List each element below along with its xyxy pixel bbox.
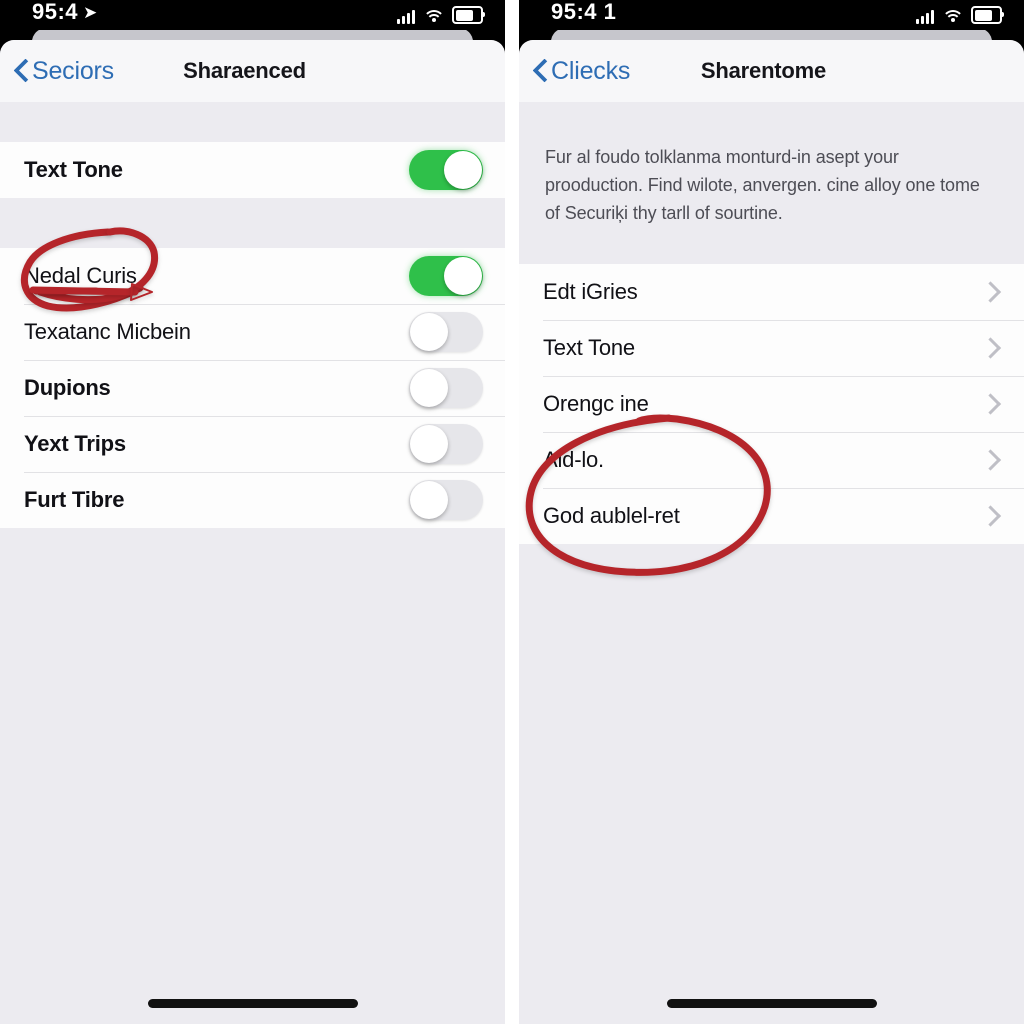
right-gap-top (519, 102, 1024, 118)
chevron-right-icon (979, 281, 1002, 303)
battery-icon (971, 6, 1004, 24)
table-row[interactable]: Edt iGries (519, 263, 1024, 320)
right-status-time: 95:4 1 (551, 0, 617, 24)
battery-icon (452, 6, 485, 24)
right-phone-panel: 95:4 1 Cliecks Sharentome Fur al foudo t… (519, 0, 1024, 1024)
toggle-switch[interactable] (409, 368, 483, 408)
toggle-switch[interactable] (409, 150, 483, 190)
left-gap-top (0, 102, 505, 142)
right-settings-group: Edt iGries Text Tone Orengc ine Ald-lo. (519, 263, 1024, 544)
left-status-icons (397, 4, 485, 24)
home-indicator (147, 999, 358, 1008)
row-label: Ald-lo. (543, 446, 604, 472)
row-label: Texatanc Micbein (24, 319, 191, 344)
right-sheet: Cliecks Sharentome Fur al foudo tolklanm… (519, 40, 1024, 1024)
left-nav-bar: Seciors Sharaenced (0, 40, 505, 102)
toggle-knob (444, 257, 482, 295)
table-row[interactable]: Nedal Curis (0, 248, 505, 304)
left-status-bar: 95:4 ➤ (0, 0, 505, 30)
chevron-right-icon (979, 505, 1002, 527)
toggle-switch[interactable] (409, 480, 483, 520)
row-label: Edt iGries (543, 278, 638, 304)
table-row[interactable]: Yext Trips (0, 416, 505, 472)
table-row[interactable]: Texatanc Micbein (0, 304, 505, 360)
right-page-title: Sharentome (519, 40, 1024, 102)
wifi-icon (422, 10, 445, 24)
signal-bars-icon (916, 10, 934, 24)
row-label: Yext Trips (24, 431, 126, 456)
row-label: Text Tone (543, 334, 635, 360)
left-time-text: 95:4 (32, 0, 79, 24)
toggle-knob (410, 481, 448, 519)
toggle-switch[interactable] (409, 256, 483, 296)
section-description: Fur al foudo tolklanma monturd-in asept … (519, 118, 1024, 250)
left-page-title: Sharaenced (0, 40, 505, 102)
left-phone-panel: 95:4 ➤ Seciors Sharaenced Text Tone Neda… (0, 0, 505, 1024)
right-content: Fur al foudo tolklanma monturd-in asept … (519, 102, 1024, 1024)
row-label: Orengc ine (543, 390, 649, 416)
chevron-right-icon (979, 393, 1002, 415)
chevron-right-icon (979, 337, 1002, 359)
toggle-knob (444, 151, 482, 189)
toggle-knob (410, 369, 448, 407)
wifi-icon (941, 10, 964, 24)
left-sheet: Seciors Sharaenced Text Tone Nedal Curis (0, 40, 505, 1024)
toggle-switch[interactable] (409, 312, 483, 352)
row-label: God aublel-ret (543, 502, 680, 528)
right-status-bar: 95:4 1 (519, 0, 1024, 30)
row-label: Furt Tibre (24, 487, 125, 512)
left-content: Text Tone Nedal Curis Texatanc Micbein D… (0, 102, 505, 1024)
toggle-switch[interactable] (409, 424, 483, 464)
left-gap-middle (0, 198, 505, 248)
home-indicator (666, 999, 877, 1008)
signal-bars-icon (397, 10, 415, 24)
toggle-knob (410, 313, 448, 351)
table-row[interactable]: Ald-lo. (519, 431, 1024, 488)
left-settings-group-one: Text Tone (0, 142, 505, 198)
left-status-time: 95:4 ➤ (32, 0, 98, 25)
chevron-right-icon (979, 449, 1002, 471)
screenshot-root: 95:4 ➤ Seciors Sharaenced Text Tone Neda… (0, 0, 1024, 1024)
left-settings-group-two: Nedal Curis Texatanc Micbein Dupions Yex… (0, 248, 505, 528)
table-row[interactable]: Orengc ine (519, 375, 1024, 432)
row-label: Text Tone (24, 157, 123, 182)
table-row[interactable]: Dupions (0, 360, 505, 416)
location-arrow-icon: ➤ (83, 3, 98, 22)
right-status-icons (916, 4, 1004, 24)
right-nav-bar: Cliecks Sharentome (519, 40, 1024, 102)
right-title-text: Sharentome (700, 58, 827, 83)
left-title-text: Sharaenced (183, 58, 306, 83)
toggle-knob (410, 425, 448, 463)
table-row[interactable]: Text Tone (0, 142, 505, 198)
table-row[interactable]: Furt Tibre (0, 472, 505, 528)
table-row[interactable]: Text Tone (519, 319, 1024, 376)
table-row[interactable]: God aublel-ret (519, 487, 1024, 544)
right-gap-below-desc (519, 249, 1024, 264)
row-label: Dupions (24, 375, 111, 400)
row-label: Nedal Curis (24, 263, 137, 288)
